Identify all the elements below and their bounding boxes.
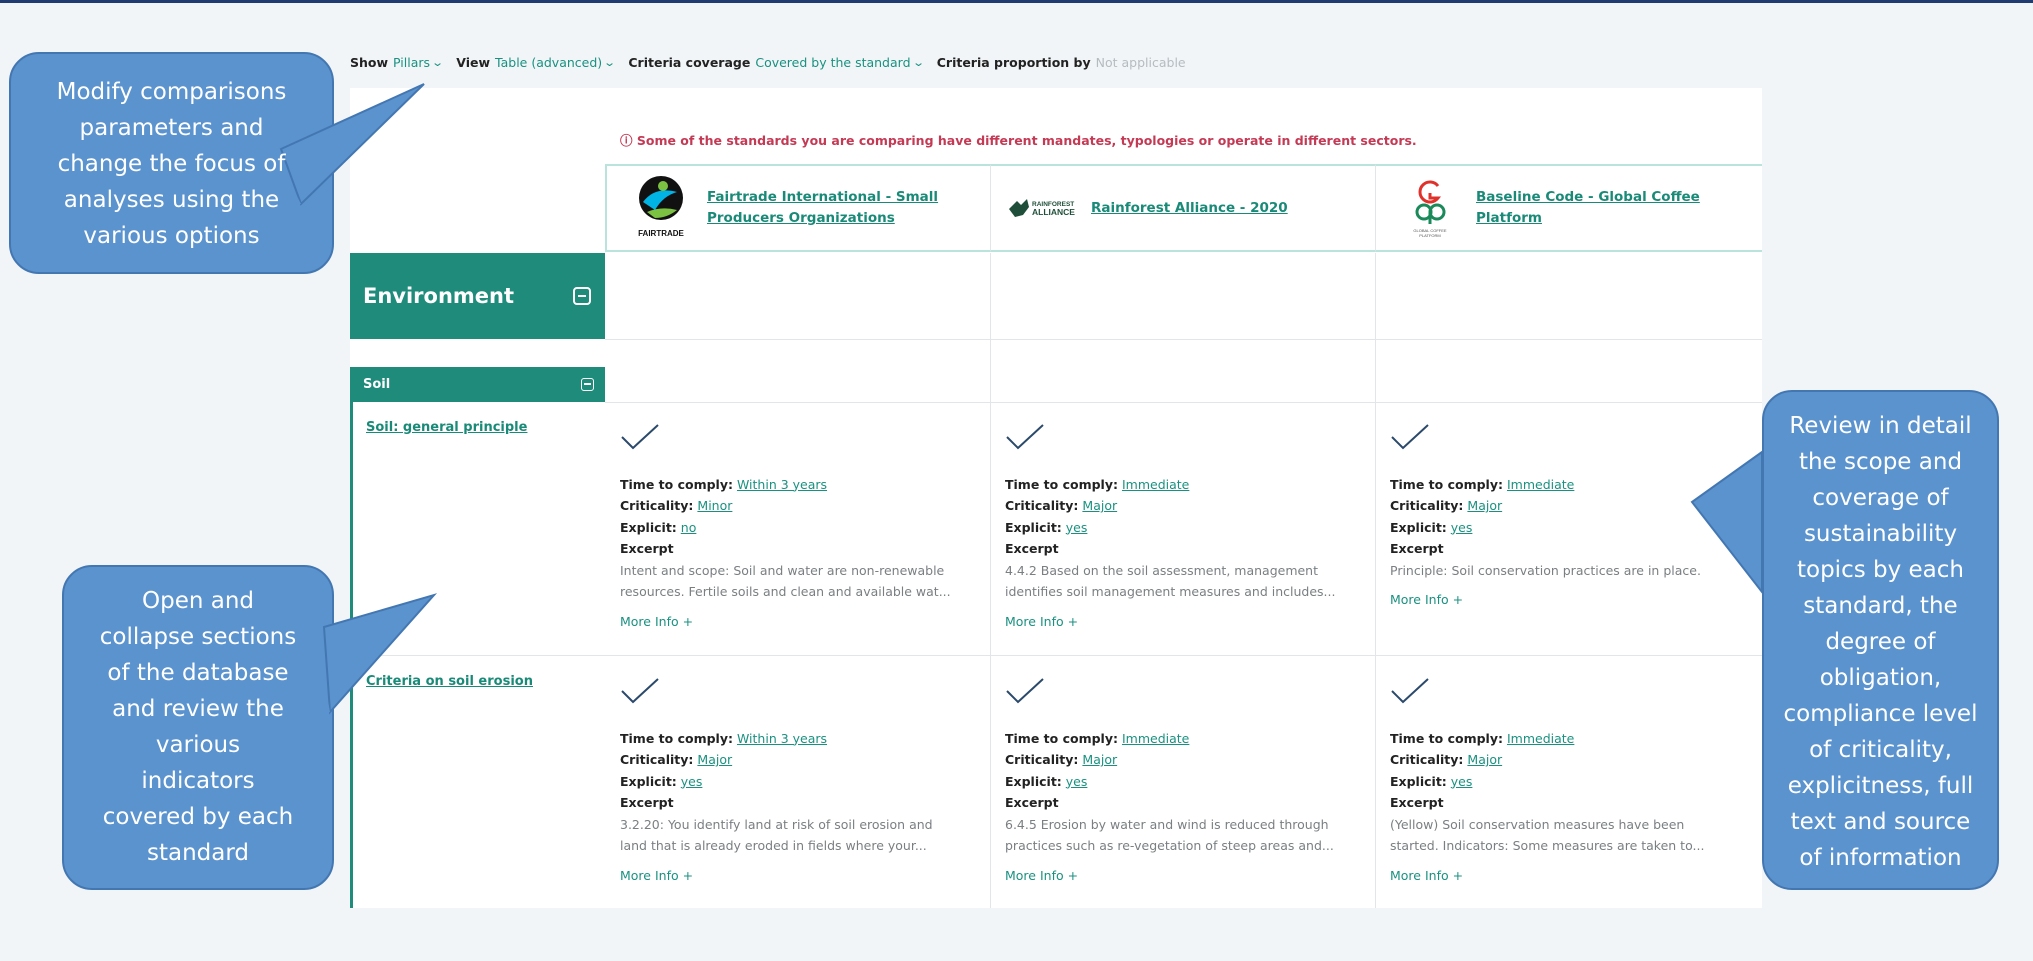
criticality-link[interactable]: Major [1082, 498, 1117, 513]
excerpt-label: Excerpt [1005, 541, 1059, 556]
explicit-link[interactable]: yes [1451, 520, 1473, 535]
comparison-table: ⓘ Some of the standards you are comparin… [350, 88, 1762, 908]
time-to-comply-link[interactable]: Immediate [1507, 477, 1574, 492]
pillar-environment: Environment [350, 253, 605, 339]
standard-link-rainforest[interactable]: Rainforest Alliance - 2020 [1091, 198, 1331, 219]
show-dropdown[interactable]: Pillars [393, 55, 430, 70]
excerpt-text: 4.4.2 Based on the soil assessment, mana… [1005, 562, 1319, 578]
chevron-down-icon[interactable]: ⌄ [912, 56, 925, 69]
more-info-button[interactable]: More Info + [1390, 865, 1760, 887]
excerpt-text: 6.4.5 Erosion by water and wind is reduc… [1005, 816, 1329, 832]
callout-text: Open and collapse sections of the databa… [99, 588, 297, 866]
explicit-link[interactable]: yes [681, 774, 703, 789]
criticality-link[interactable]: Major [1467, 752, 1502, 767]
chevron-down-icon[interactable]: ⌄ [603, 56, 616, 69]
standard-link-fairtrade[interactable]: Fairtrade International - Small Producer… [707, 187, 947, 229]
criteria-cell: Time to comply: Immediate Criticality: M… [1005, 677, 1375, 886]
criticality-link[interactable]: Minor [697, 498, 732, 513]
checkmark-icon [1006, 678, 1044, 704]
excerpt-text: started. Indicators: Some measures are t… [1390, 838, 1705, 853]
global-coffee-platform-logo-icon: GLOBAL COFFEE PLATFORM [1402, 172, 1458, 244]
explicit-link[interactable]: yes [1066, 774, 1088, 789]
callout-sections: Open and collapse sections of the databa… [62, 565, 438, 890]
collapse-icon[interactable] [581, 378, 594, 391]
criteria-proportion-value: Not applicable [1095, 54, 1186, 70]
more-info-button[interactable]: More Info + [620, 611, 990, 633]
show-label: Show [350, 54, 389, 70]
callout-text: Modify comparisons parameters and change… [56, 79, 287, 249]
criteria-cell: Time to comply: Within 3 years Criticali… [620, 677, 990, 886]
excerpt-label: Excerpt [620, 541, 674, 556]
svg-text:ALLIANCE: ALLIANCE [1032, 207, 1075, 217]
checkmark-icon [1006, 424, 1044, 450]
more-info-button[interactable]: More Info + [1005, 611, 1375, 633]
excerpt-label: Excerpt [1390, 795, 1444, 810]
top-border [0, 0, 2033, 3]
checkmark-icon [1391, 424, 1429, 450]
checkmark-icon [621, 678, 659, 704]
checkmark-icon [621, 424, 659, 450]
row-divider [350, 655, 1762, 656]
excerpt-text: resources. Fertile soils and clean and a… [620, 584, 951, 599]
time-to-comply-link[interactable]: Within 3 years [737, 477, 827, 492]
comparison-filters: Show Pillars ⌄ View Table (advanced) ⌄ C… [350, 52, 1189, 72]
time-to-comply-link[interactable]: Within 3 years [737, 731, 827, 746]
explicit-link[interactable]: yes [1066, 520, 1088, 535]
section-title: Soil [363, 377, 391, 392]
criteria-coverage-dropdown[interactable]: Covered by the standard [755, 55, 910, 70]
pillar-title: Environment [363, 284, 515, 308]
criticality-link[interactable]: Major [1082, 752, 1117, 767]
collapse-icon[interactable] [573, 287, 591, 305]
row-divider [605, 402, 1762, 403]
indicator-link-soil-erosion[interactable]: Criteria on soil erosion [366, 674, 533, 689]
excerpt-text: identifies soil management measures and … [1005, 584, 1336, 599]
excerpt-label: Excerpt [1005, 795, 1059, 810]
time-to-comply-link[interactable]: Immediate [1507, 731, 1574, 746]
excerpt-text: (Yellow) Soil conservation measures have… [1390, 816, 1685, 832]
more-info-button[interactable]: More Info + [1390, 589, 1760, 611]
excerpt-text: Principle: Soil conservation practices a… [1390, 562, 1701, 578]
standard-header-gcp: GLOBAL COFFEE PLATFORM Baseline Code - G… [1375, 164, 1762, 252]
column-divider [990, 253, 991, 908]
criteria-cell: Time to comply: Within 3 years Criticali… [620, 423, 990, 632]
excerpt-text: practices such as re-vegetation of steep… [1005, 838, 1334, 853]
view-dropdown[interactable]: Table (advanced) [495, 55, 602, 70]
warning-message: ⓘ Some of the standards you are comparin… [620, 133, 1417, 148]
chevron-down-icon[interactable]: ⌄ [431, 56, 444, 69]
excerpt-label: Excerpt [620, 795, 674, 810]
callout-text: Review in detail the scope and coverage … [1783, 413, 1978, 871]
criteria-cell: Time to comply: Immediate Criticality: M… [1005, 423, 1375, 632]
view-label: View [456, 54, 491, 70]
criteria-coverage-label: Criteria coverage [628, 54, 751, 70]
rainforest-alliance-logo-icon: RAINFOREST ALLIANCE [1007, 172, 1083, 244]
checkmark-icon [1391, 678, 1429, 704]
callout-filters: Modify comparisons parameters and change… [9, 52, 425, 274]
indicator-link-soil-general-principle[interactable]: Soil: general principle [366, 420, 527, 435]
criteria-cell: Time to comply: Immediate Criticality: M… [1390, 677, 1760, 886]
explicit-link[interactable]: no [681, 520, 697, 535]
explicit-link[interactable]: yes [1451, 774, 1473, 789]
standard-link-gcp[interactable]: Baseline Code - Global Coffee Platform [1476, 187, 1716, 229]
criteria-proportion-label: Criteria proportion by [936, 54, 1091, 70]
more-info-button[interactable]: More Info + [620, 865, 990, 887]
excerpt-text: land that is already eroded in fields wh… [620, 838, 927, 853]
more-info-button[interactable]: More Info + [1005, 865, 1375, 887]
criticality-link[interactable]: Major [697, 752, 732, 767]
excerpt-text: Intent and scope: Soil and water are non… [620, 562, 945, 578]
svg-text:FAIRTRADE: FAIRTRADE [638, 229, 684, 238]
excerpt-text: 3.2.20: You identify land at risk of soi… [620, 816, 933, 832]
time-to-comply-link[interactable]: Immediate [1122, 731, 1189, 746]
criticality-link[interactable]: Major [1467, 498, 1502, 513]
excerpt-label: Excerpt [1390, 541, 1444, 556]
svg-text:PLATFORM: PLATFORM [1419, 233, 1440, 238]
fairtrade-logo-icon: FAIRTRADE [633, 172, 689, 244]
callout-details: Review in detail the scope and coverage … [1690, 390, 1999, 890]
time-to-comply-link[interactable]: Immediate [1122, 477, 1189, 492]
standard-header-fairtrade: FAIRTRADE Fairtrade International - Smal… [605, 164, 990, 252]
section-soil: Soil [350, 367, 605, 402]
standard-header-rainforest: RAINFOREST ALLIANCE Rainforest Alliance … [990, 164, 1375, 252]
column-divider [1375, 253, 1376, 908]
row-divider [605, 339, 1762, 340]
